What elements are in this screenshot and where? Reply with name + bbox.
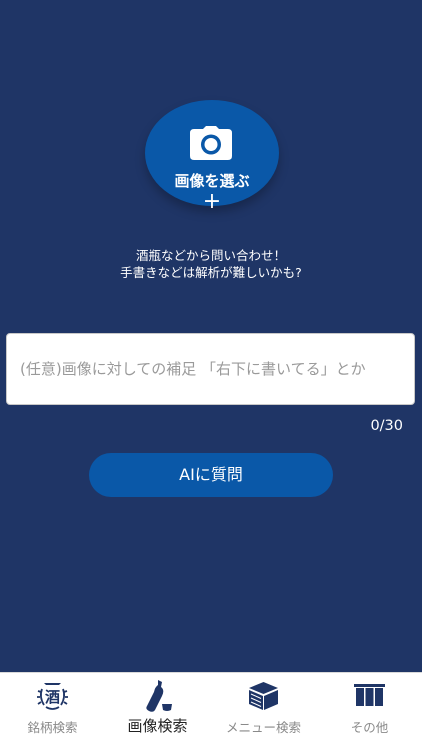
- sake-bottle-icon: [146, 680, 172, 712]
- hint-line-2: 手書きなどは解析が難しいかも?: [120, 265, 302, 280]
- tab-menu-search[interactable]: メニュー検索: [211, 673, 316, 751]
- tab-image-search[interactable]: 画像検索: [105, 673, 210, 751]
- tab-others[interactable]: その他: [317, 673, 422, 751]
- main-area: 画像を選ぶ + 酒瓶などから問い合わせ！ 手書きなどは解析が難しいかも? 0/3…: [0, 0, 422, 672]
- emblem-character: 酒: [45, 688, 60, 706]
- camera-icon: [190, 126, 232, 160]
- sake-emblem-icon: 酒: [37, 683, 68, 710]
- tab-bar: 酒 銘柄検索 画像検索 メニュー検索 その他: [0, 672, 422, 750]
- menu-box-icon: [249, 682, 278, 710]
- noren-curtain-icon: [354, 684, 385, 706]
- screen: 画像を選ぶ + 酒瓶などから問い合わせ！ 手書きなどは解析が難しいかも? 0/3…: [0, 0, 422, 750]
- tab-label-brand-search: 銘柄検索: [27, 720, 78, 735]
- ask-ai-button[interactable]: AIに質問: [89, 453, 333, 497]
- hint-line-1: 酒瓶などから問い合わせ！: [135, 248, 286, 263]
- supplement-input[interactable]: [6, 333, 415, 405]
- tab-label-menu-search: メニュー検索: [225, 720, 301, 735]
- tab-label-others: その他: [350, 720, 389, 735]
- plus-icon: +: [202, 189, 222, 214]
- choose-image-label: 画像を選ぶ: [174, 172, 250, 190]
- character-counter: 0/30: [370, 418, 403, 434]
- tab-label-image-search: 画像検索: [127, 717, 188, 735]
- tab-brand-search[interactable]: 酒 銘柄検索: [0, 673, 105, 751]
